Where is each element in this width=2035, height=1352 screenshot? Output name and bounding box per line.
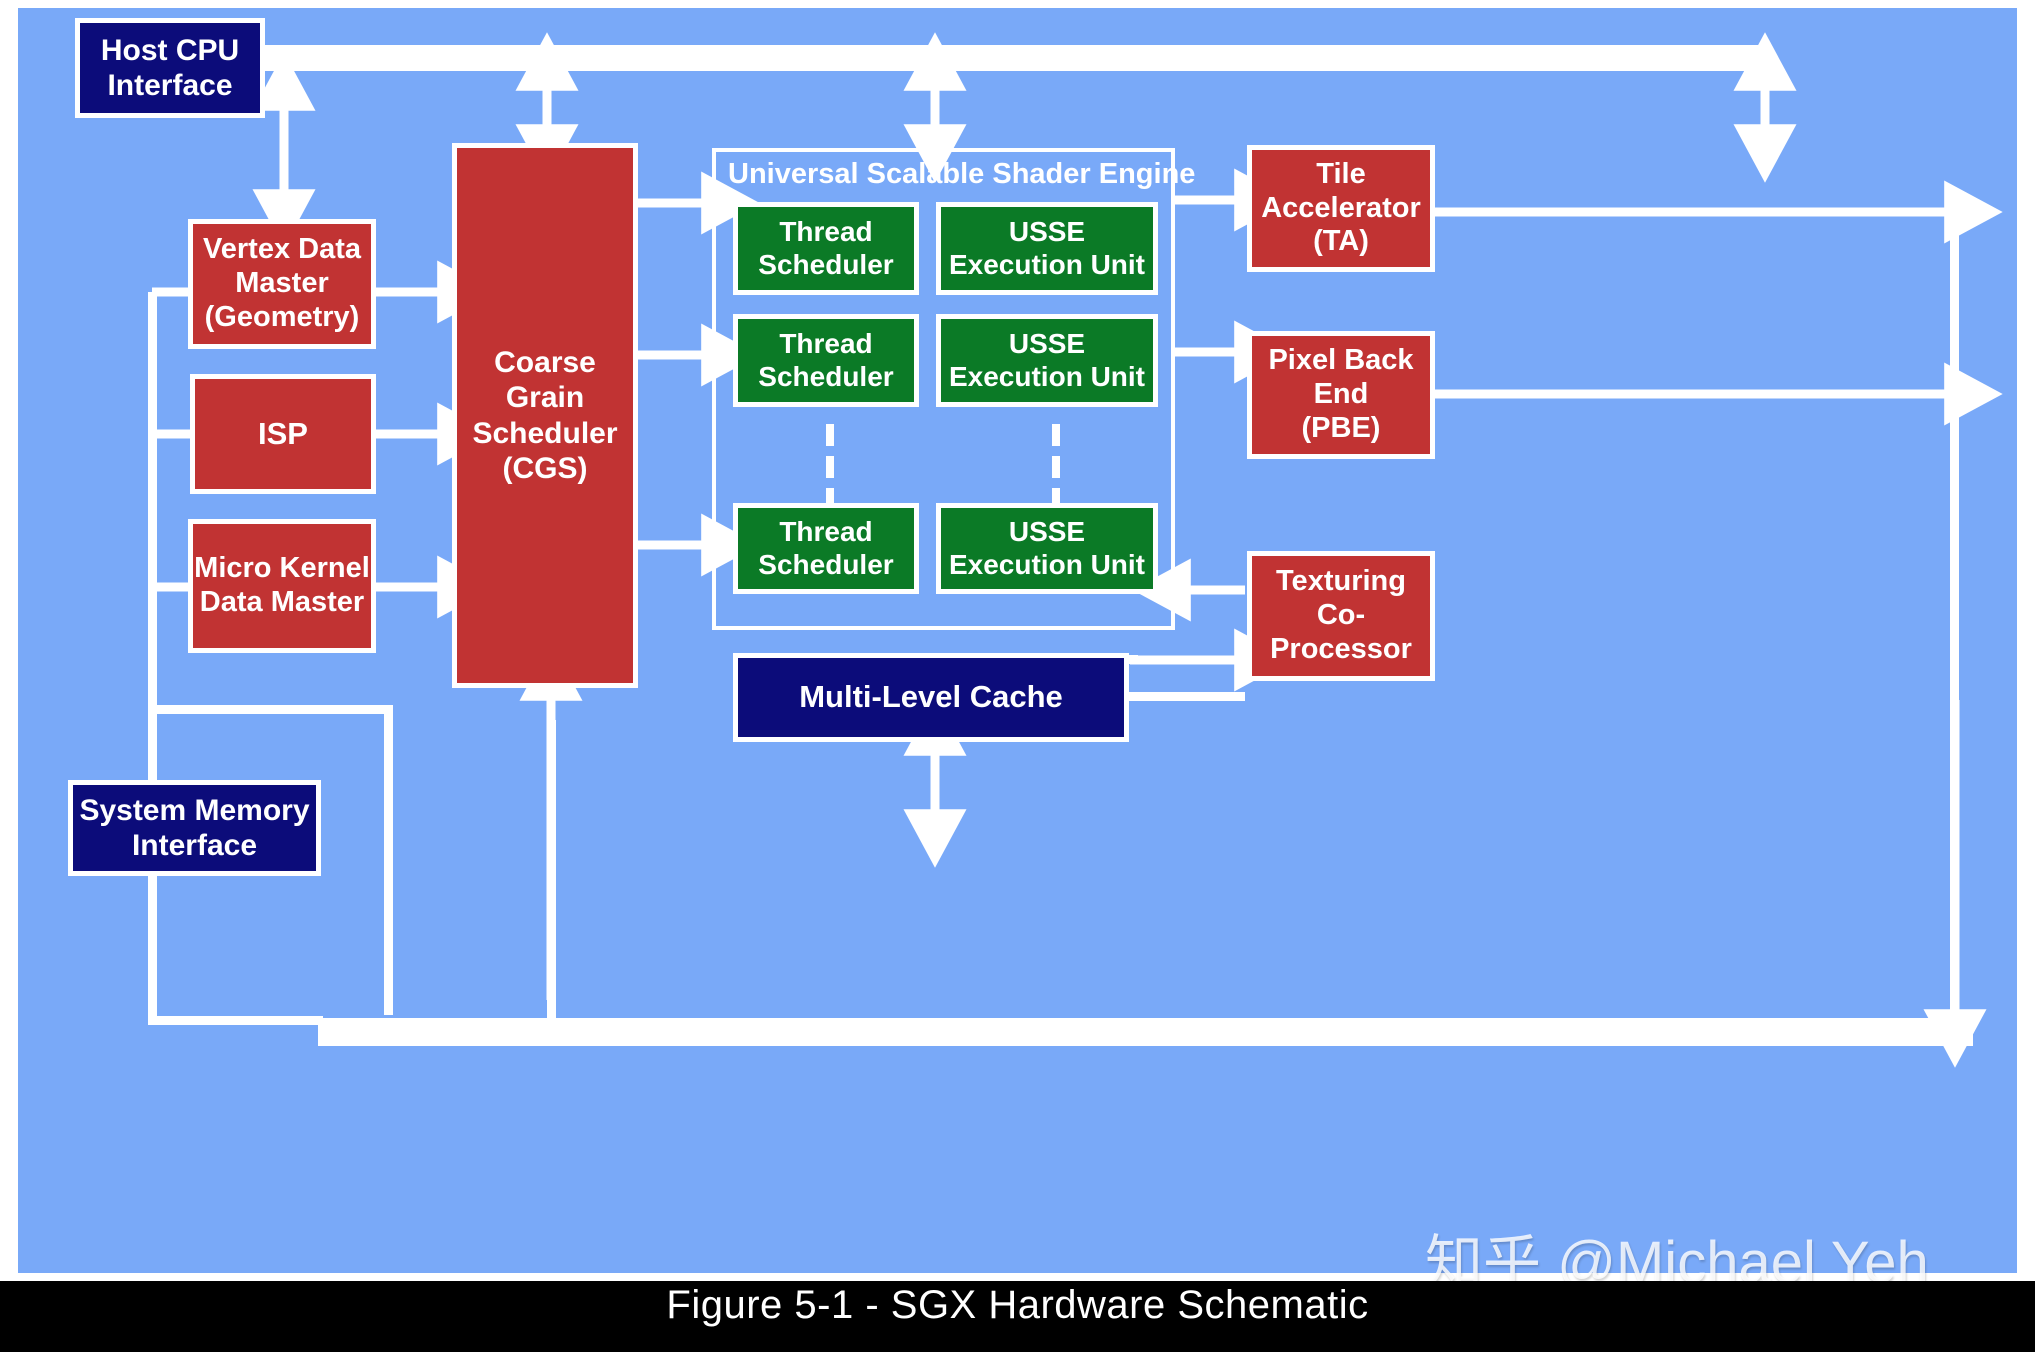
ellipsis-dot (826, 424, 834, 446)
node-usse-execution-unit-n[interactable]: USSE Execution Unit (936, 503, 1158, 594)
mkdm-return-link (148, 705, 392, 714)
node-usse-execution-unit-1[interactable]: USSE Execution Unit (936, 202, 1158, 295)
cgs-bottom-riser (547, 720, 556, 1020)
mkdm-return-riser (384, 705, 393, 1015)
node-thread-scheduler-1[interactable]: Thread Scheduler (733, 202, 919, 295)
node-pixel-back-end[interactable]: Pixel Back End (PBE) (1247, 331, 1435, 459)
node-host-cpu-interface[interactable]: Host CPU Interface (75, 18, 265, 118)
top-system-bus (265, 45, 1765, 71)
texturing-feed-stub (1128, 655, 1138, 664)
cache-to-texturing-link (1125, 692, 1245, 701)
left-feeder-spine-foot (148, 1016, 323, 1025)
node-usse-execution-unit-2[interactable]: USSE Execution Unit (936, 314, 1158, 407)
node-coarse-grain-scheduler[interactable]: Coarse Grain Scheduler (CGS) (452, 143, 638, 688)
right-output-collector (1950, 208, 1959, 1018)
usse-group-label: Universal Scalable Shader Engine (728, 158, 1196, 190)
ellipsis-dot (826, 456, 834, 478)
node-system-memory-interface[interactable]: System Memory Interface (68, 780, 321, 876)
ellipsis-dot (1052, 424, 1060, 446)
node-thread-scheduler-2[interactable]: Thread Scheduler (733, 314, 919, 407)
node-isp[interactable]: ISP (190, 374, 376, 494)
ellipsis-dot (1052, 456, 1060, 478)
node-texturing-co-processor[interactable]: Texturing Co- Processor (1247, 551, 1435, 681)
figure-root: Universal Scalable Shader Engine Host CP… (0, 0, 2035, 1352)
bottom-memory-bus (318, 1018, 1973, 1046)
left-feeder-spine (148, 292, 157, 1024)
node-multi-level-cache[interactable]: Multi-Level Cache (733, 653, 1129, 742)
figure-caption: Figure 5-1 - SGX Hardware Schematic (666, 1283, 1369, 1327)
node-vertex-data-master[interactable]: Vertex Data Master (Geometry) (188, 219, 376, 349)
node-thread-scheduler-n[interactable]: Thread Scheduler (733, 503, 919, 594)
node-micro-kernel-data-master[interactable]: Micro Kernel Data Master (188, 519, 376, 653)
node-tile-accelerator[interactable]: Tile Accelerator (TA) (1247, 145, 1435, 272)
